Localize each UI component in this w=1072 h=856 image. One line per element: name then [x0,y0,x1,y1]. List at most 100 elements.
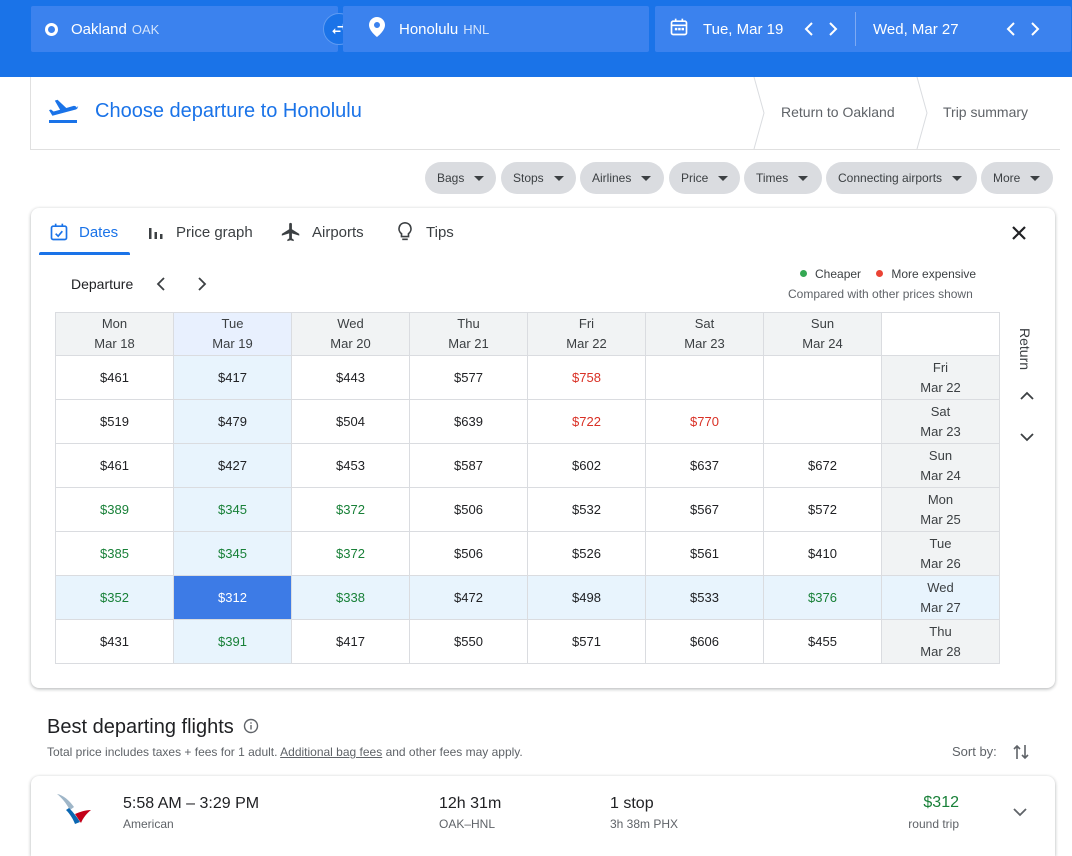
return-next-chevron-icon[interactable] [1023,17,1047,41]
price-cell[interactable]: $453 [291,443,410,488]
destination-field[interactable]: Honolulu HNL [343,6,649,52]
filter-times[interactable]: Times [744,162,822,194]
price-cell[interactable]: $385 [55,531,174,576]
column-header: Thu Mar 21 [409,312,528,356]
american-airlines-logo [57,794,91,824]
price-cell[interactable]: $506 [409,487,528,532]
price-cell[interactable]: $532 [527,487,646,532]
grid-row: $431 $391 $417 $550 $571 $606 $455 Thu Mar 28 [55,619,1000,664]
return-up-chevron-icon[interactable] [1020,391,1034,401]
column-day: Sat [694,316,715,331]
price-cell[interactable]: $637 [645,443,764,488]
depart-prev-chevron-icon[interactable] [797,17,821,41]
price-cell[interactable]: $770 [645,399,764,444]
lightbulb-icon [398,222,412,241]
origin-city: Oakland [71,20,127,38]
filter-bags[interactable]: Bags [425,162,496,194]
dest-city: Honolulu [399,20,459,38]
column-day: Fri [578,316,595,331]
price-cell[interactable]: $431 [55,619,174,664]
price-cell[interactable]: $455 [763,619,882,664]
bag-fees-link[interactable]: Additional bag fees [280,745,382,759]
price-cell[interactable]: $338 [291,575,410,620]
date-grid-card: Dates Price graph Airports Tips Departur… [31,208,1055,688]
price-cell[interactable]: $376 [763,575,882,620]
price-cell[interactable]: $577 [409,355,528,400]
origin-field[interactable]: Oakland OAK [31,6,338,52]
price-cell[interactable]: $722 [527,399,646,444]
tab-dates[interactable]: Dates [49,208,118,256]
price-cell[interactable]: $352 [55,575,174,620]
close-icon[interactable] [1006,220,1032,246]
return-prev-chevron-icon[interactable] [999,17,1023,41]
price-cell[interactable]: $639 [409,399,528,444]
price-cell[interactable]: $389 [55,487,174,532]
departure-next-chevron-icon[interactable] [197,277,207,291]
filter-more[interactable]: More [981,162,1053,194]
price-cell[interactable]: $606 [645,619,764,664]
price-cell[interactable]: $572 [763,487,882,532]
price-cell[interactable]: $372 [291,487,410,532]
price-cell[interactable]: $410 [763,531,882,576]
step-summary[interactable]: Trip summary [943,104,1028,120]
expand-chevron-icon[interactable] [1013,807,1027,817]
dropdown-arrow-icon [641,175,652,181]
price-cell[interactable]: $672 [763,443,882,488]
return-date[interactable]: Wed, Mar 27 [873,21,999,38]
price-cell[interactable]: $498 [527,575,646,620]
filter-price[interactable]: Price [669,162,740,194]
filter-airlines[interactable]: Airlines [580,162,664,194]
price-cell[interactable]: $571 [527,619,646,664]
price-cell[interactable]: $345 [173,487,292,532]
departure-label: Departure [71,276,134,292]
departure-prev-chevron-icon[interactable] [156,277,166,291]
calendar-icon [669,17,689,41]
return-down-chevron-icon[interactable] [1020,432,1034,442]
step-divider [916,77,928,149]
price-cell[interactable]: $587 [409,443,528,488]
tab-tips[interactable]: Tips [396,208,454,256]
flight-price: $312 [923,794,959,811]
price-cell[interactable]: $461 [55,355,174,400]
flight-airline: American [123,817,174,831]
price-cell[interactable]: $427 [173,443,292,488]
filter-connecting-airports[interactable]: Connecting airports [826,162,977,194]
price-cell[interactable]: $550 [409,619,528,664]
row-date: Mar 24 [920,467,961,483]
price-cell[interactable]: $391 [173,619,292,664]
price-cell[interactable]: $372 [291,531,410,576]
tab-airports[interactable]: Airports [280,208,364,256]
dates-field[interactable]: Tue, Mar 19 Wed, Mar 27 [655,6,1071,52]
price-cell[interactable]: $506 [409,531,528,576]
price-cell[interactable]: $472 [409,575,528,620]
tab-price-graph[interactable]: Price graph [148,208,253,256]
price-cell[interactable]: $443 [291,355,410,400]
info-icon[interactable] [243,718,259,734]
dropdown-arrow-icon [553,175,564,181]
step-return[interactable]: Return to Oakland [781,104,895,120]
return-row-header: Tue Mar 26 [881,531,1000,576]
price-cell[interactable]: $519 [55,399,174,444]
dest-code: HNL [463,21,490,37]
filter-stops[interactable]: Stops [501,162,576,194]
sort-icon[interactable] [1013,743,1029,761]
flight-result-row[interactable]: 5:58 AM – 3:29 PM American 12h 31m OAK–H… [31,776,1055,856]
price-cell[interactable]: $602 [527,443,646,488]
dropdown-arrow-icon [1030,175,1041,181]
price-cell[interactable]: $567 [645,487,764,532]
price-cell[interactable]: $504 [291,399,410,444]
price-cell[interactable]: $417 [291,619,410,664]
depart-next-chevron-icon[interactable] [821,17,845,41]
price-cell[interactable]: $533 [645,575,764,620]
page-title: Choose departure to Honolulu [95,100,362,122]
price-cell[interactable]: $461 [55,443,174,488]
price-cell[interactable]: $526 [527,531,646,576]
dropdown-arrow-icon [798,175,809,181]
price-cell[interactable]: $312 [173,575,292,620]
price-cell[interactable]: $479 [173,399,292,444]
price-cell[interactable]: $758 [527,355,646,400]
depart-date[interactable]: Tue, Mar 19 [703,21,797,38]
price-cell[interactable]: $561 [645,531,764,576]
price-cell[interactable]: $417 [173,355,292,400]
price-cell[interactable]: $345 [173,531,292,576]
